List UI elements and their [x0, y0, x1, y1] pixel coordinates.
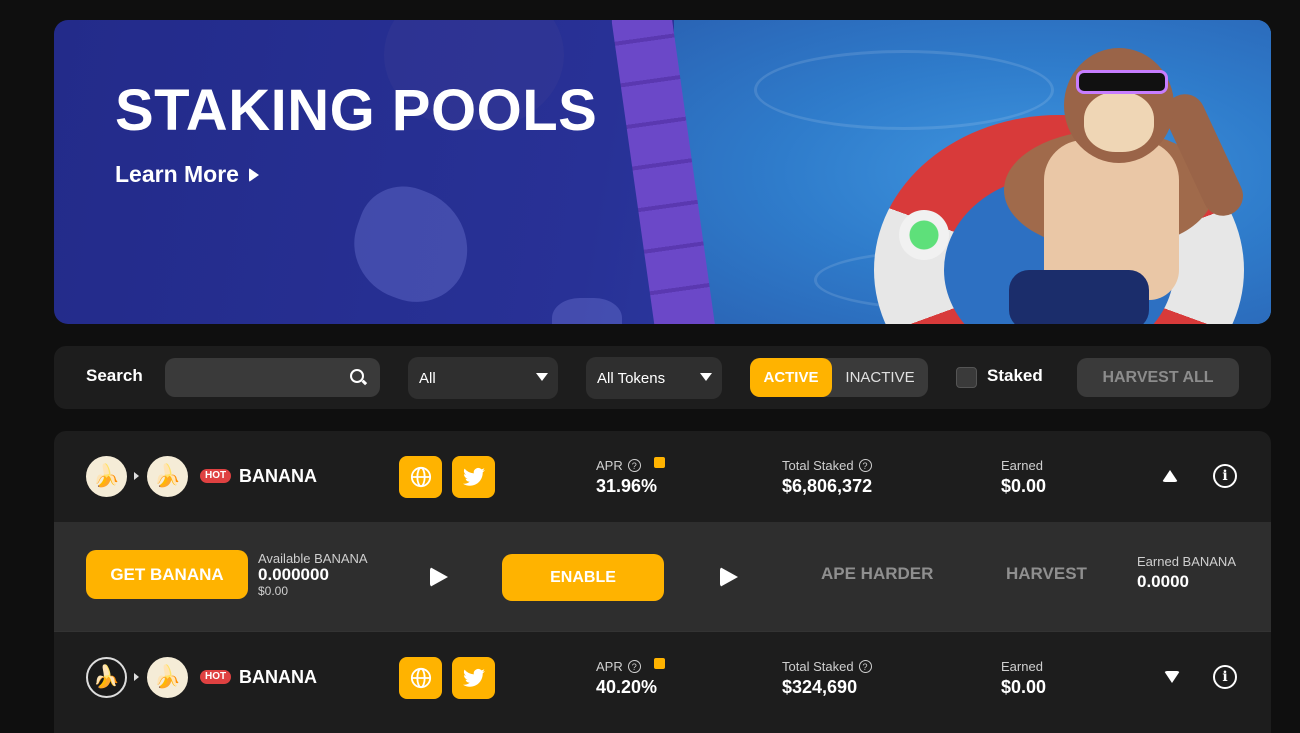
- help-icon[interactable]: ?: [627, 459, 641, 472]
- harvest-button[interactable]: HARVEST: [1006, 564, 1087, 584]
- sunglasses-illustration: [1076, 70, 1168, 94]
- inactive-tab[interactable]: INACTIVE: [832, 358, 928, 397]
- earned-banana-label: Earned BANANA: [1137, 554, 1236, 569]
- available-value: 0.000000: [258, 565, 329, 584]
- staking-banner: STAKING POOLS Learn More: [54, 20, 1271, 324]
- banner-ripple: [754, 50, 1054, 130]
- apr-value: 40.20%: [596, 677, 658, 697]
- globe-icon: [410, 466, 431, 488]
- earned-banana-value: 0.0000: [1137, 572, 1189, 591]
- banner-decoration: [552, 298, 622, 324]
- pool-row[interactable]: 🍌 🍌 HOT BANANA APR ? 40.20% Total Staked…: [54, 631, 1271, 722]
- pool-details: GET BANANA Available BANANA 0.000000 $0.…: [54, 522, 1271, 631]
- twitter-icon: [462, 467, 485, 486]
- learn-more-link[interactable]: Learn More: [115, 161, 259, 188]
- globe-icon: [410, 667, 431, 689]
- caret-down-icon: [700, 373, 712, 381]
- token-select-value: All Tokens: [597, 369, 666, 387]
- arrow-right-icon: [134, 472, 139, 480]
- search-label: Search: [86, 366, 143, 385]
- banana-token-icon: 🍌: [86, 657, 127, 698]
- hot-badge: HOT: [200, 469, 232, 483]
- search-icon[interactable]: [350, 369, 364, 383]
- banana-token-icon: 🍌: [147, 657, 188, 698]
- earned-value: $0.00: [1001, 677, 1047, 697]
- harvest-all-button[interactable]: HARVEST ALL: [1077, 358, 1239, 397]
- ball-illustration: [899, 210, 949, 260]
- help-icon[interactable]: ?: [627, 660, 641, 673]
- pool-name: BANANA: [239, 466, 317, 486]
- staked-label: Staked: [987, 366, 1043, 385]
- info-icon[interactable]: i: [1213, 665, 1237, 689]
- calculator-icon[interactable]: [653, 658, 665, 669]
- total-staked-label: Total Staked ?: [782, 659, 872, 674]
- available-usd: $0.00: [258, 584, 289, 598]
- category-select-value: All: [419, 369, 436, 387]
- banana-token-icon: 🍌: [86, 456, 127, 497]
- banana-token-icon: 🍌: [147, 456, 188, 497]
- apr-label-text: APR: [596, 659, 623, 674]
- pools-list: 🍌 🍌 HOT BANANA APR ? 31.96% Total Staked…: [54, 431, 1271, 733]
- website-button[interactable]: [399, 657, 442, 699]
- total-staked-value: $6,806,372: [782, 476, 873, 496]
- calculator-icon[interactable]: [653, 457, 665, 468]
- total-staked-label-text: Total Staked: [782, 659, 854, 674]
- total-staked-label: Total Staked ?: [782, 458, 872, 473]
- page-title: STAKING POOLS: [115, 78, 598, 143]
- pool-row[interactable]: 🍌 🍌 HOT BANANA APR ? 31.96% Total Staked…: [54, 431, 1271, 522]
- filter-bar: Search All All Tokens ACTIVE INACTIVE St…: [54, 346, 1271, 409]
- twitter-button[interactable]: [452, 657, 495, 699]
- twitter-button[interactable]: [452, 456, 495, 498]
- earned-label: Earned: [1001, 659, 1043, 674]
- monkey-illustration: [1084, 92, 1154, 152]
- play-icon: [430, 567, 448, 587]
- earned-value: $0.00: [1001, 476, 1047, 496]
- monkey-illustration: [1009, 270, 1149, 324]
- search-field[interactable]: [165, 358, 380, 397]
- get-banana-button[interactable]: GET BANANA: [86, 550, 248, 599]
- apr-label: APR ?: [596, 658, 665, 674]
- arrow-right-icon: [134, 673, 139, 681]
- active-tab[interactable]: ACTIVE: [750, 358, 832, 397]
- info-icon[interactable]: i: [1213, 464, 1237, 488]
- apr-label: APR ?: [596, 457, 665, 473]
- help-icon[interactable]: ?: [858, 660, 872, 673]
- play-icon: [720, 567, 738, 587]
- caret-down-icon: [536, 373, 548, 381]
- pool-name: BANANA: [239, 667, 317, 687]
- category-select[interactable]: All: [408, 357, 558, 399]
- enable-button[interactable]: ENABLE: [502, 554, 664, 601]
- apr-value: 31.96%: [596, 476, 658, 496]
- active-inactive-toggle: ACTIVE INACTIVE: [750, 358, 928, 397]
- help-icon[interactable]: ?: [858, 459, 872, 472]
- earned-label: Earned: [1001, 458, 1043, 473]
- twitter-icon: [462, 668, 485, 687]
- banner-decoration: [338, 173, 485, 317]
- learn-more-label: Learn More: [115, 161, 239, 187]
- website-button[interactable]: [399, 456, 442, 498]
- staked-checkbox[interactable]: [956, 367, 977, 388]
- search-input[interactable]: [165, 358, 380, 397]
- hot-badge: HOT: [200, 670, 232, 684]
- token-select[interactable]: All Tokens: [586, 357, 722, 399]
- available-label: Available BANANA: [258, 551, 368, 566]
- chevron-up-icon[interactable]: [1162, 470, 1178, 482]
- apr-label-text: APR: [596, 458, 623, 473]
- total-staked-value: $324,690: [782, 677, 858, 697]
- play-icon: [248, 167, 259, 182]
- ape-harder-button[interactable]: APE HARDER: [821, 564, 933, 584]
- total-staked-label-text: Total Staked: [782, 458, 854, 473]
